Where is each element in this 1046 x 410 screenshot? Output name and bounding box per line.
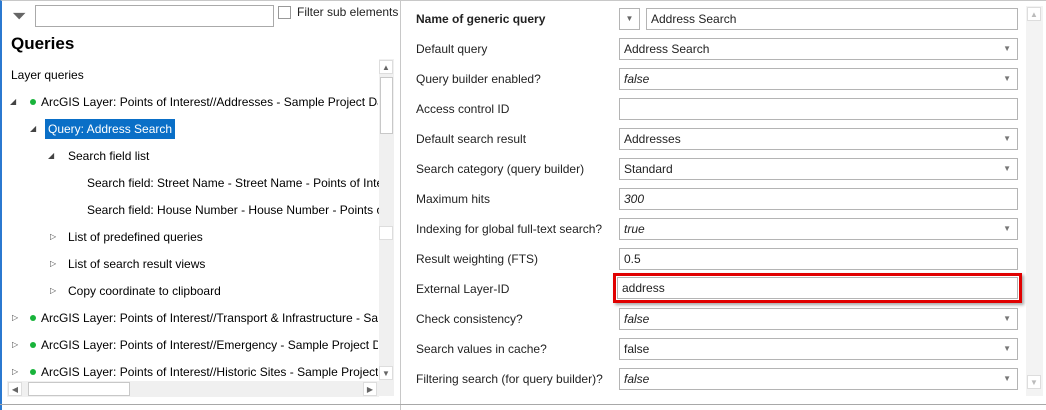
expanded-icon[interactable]: ◢	[10, 92, 16, 112]
collapsed-icon[interactable]: ▷	[12, 362, 18, 382]
collapsed-icon[interactable]: ▷	[12, 308, 18, 328]
label-indexing-fts: Indexing for global full-text search?	[416, 222, 603, 236]
name-of-generic-query-input[interactable]: Address Search	[646, 8, 1018, 30]
scroll-up-icon[interactable]: ▲	[1027, 7, 1041, 21]
query-tree-panel: ⏷ Filter sub elements Queries Layer quer…	[0, 0, 400, 410]
search-category-select[interactable]: Standard ▼	[619, 158, 1018, 180]
chevron-down-icon: ▼	[1003, 74, 1011, 83]
query-builder-enabled-select[interactable]: false ▼	[619, 68, 1018, 90]
label-access-control-id: Access control ID	[416, 102, 510, 116]
status-dot-icon	[30, 369, 36, 375]
properties-panel: Name of generic query ▼ Address Search D…	[400, 0, 1046, 410]
tree-item-layer-historic[interactable]: ▷ ArcGIS Layer: Points of Interest//Histo…	[8, 362, 378, 382]
chevron-down-icon: ▼	[1003, 134, 1011, 143]
search-values-cache-select[interactable]: false ▼	[619, 338, 1018, 360]
tree-item-search-field[interactable]: Search field: House Number - House Numbe…	[87, 200, 379, 220]
tree-item-query[interactable]: ◢ Query: Address Search	[28, 119, 378, 139]
tree-item-search-field-list[interactable]: ◢ Search field list	[46, 146, 378, 166]
label-external-layer-id: External Layer-ID	[416, 282, 510, 296]
label-check-consistency: Check consistency?	[416, 312, 523, 326]
label-search-category: Search category (query builder)	[416, 162, 585, 176]
label-default-query: Default query	[416, 42, 488, 56]
collapsed-icon[interactable]: ▷	[12, 335, 18, 355]
chevron-down-icon: ▼	[1003, 374, 1011, 383]
chevron-down-icon: ▼	[1003, 314, 1011, 323]
tree-item-result-views[interactable]: ▷ List of search result views	[46, 254, 378, 274]
label-default-search-result: Default search result	[416, 132, 527, 146]
access-control-id-input[interactable]	[619, 98, 1018, 120]
scroll-down-icon[interactable]: ▼	[379, 366, 393, 380]
indexing-fts-select[interactable]: true ▼	[619, 218, 1018, 240]
divider	[0, 404, 1046, 405]
status-dot-icon	[30, 99, 36, 105]
status-dot-icon	[30, 315, 36, 321]
label-name-of-generic-query: Name of generic query	[416, 12, 546, 26]
status-dot-icon	[30, 342, 36, 348]
scroll-right-icon[interactable]: ▶	[363, 382, 377, 396]
external-layer-id-input[interactable]: address	[617, 277, 1018, 299]
filtering-search-select[interactable]: false ▼	[619, 368, 1018, 390]
filter-icon: ⏷	[12, 6, 27, 26]
label-filtering-search: Filtering search (for query builder)?	[416, 372, 603, 386]
filter-input[interactable]	[35, 5, 274, 27]
label-maximum-hits: Maximum hits	[416, 192, 491, 206]
scroll-left-icon[interactable]: ◀	[8, 382, 22, 396]
default-search-result-select[interactable]: Addresses ▼	[619, 128, 1018, 150]
filter-sub-elements-checkbox[interactable]	[278, 6, 291, 19]
name-dropdown-button[interactable]: ▼	[619, 8, 640, 30]
expanded-icon[interactable]: ◢	[30, 119, 36, 139]
default-query-select[interactable]: Address Search ▼	[619, 38, 1018, 60]
tree-item-layer-addresses[interactable]: ◢ ArcGIS Layer: Points of Interest//Addre…	[8, 92, 378, 112]
chevron-down-icon: ▼	[1003, 164, 1011, 173]
horizontal-scroll-thumb[interactable]	[28, 382, 130, 396]
label-search-values-cache: Search values in cache?	[416, 342, 547, 356]
vertical-scroll-thumb[interactable]	[380, 77, 393, 134]
collapsed-icon[interactable]: ▷	[50, 281, 56, 301]
panel-title: Queries	[11, 34, 75, 53]
chevron-down-icon: ▼	[1003, 344, 1011, 353]
chevron-down-icon: ▼	[1003, 224, 1011, 233]
scroll-down-icon[interactable]	[379, 226, 393, 240]
collapsed-icon[interactable]: ▷	[50, 227, 56, 247]
properties-scrollbar[interactable]	[1026, 6, 1043, 396]
scroll-up-icon[interactable]: ▲	[379, 60, 393, 74]
tree-item-predefined-queries[interactable]: ▷ List of predefined queries	[46, 227, 378, 247]
check-consistency-select[interactable]: false ▼	[619, 308, 1018, 330]
maximum-hits-input[interactable]: 300	[619, 188, 1018, 210]
result-weighting-input[interactable]: 0.5	[619, 248, 1018, 270]
label-result-weighting: Result weighting (FTS)	[416, 252, 539, 266]
collapsed-icon[interactable]: ▷	[50, 254, 56, 274]
scroll-down-icon[interactable]: ▼	[1027, 375, 1041, 389]
tree-item-layer-emergency[interactable]: ▷ ArcGIS Layer: Points of Interest//Emerg…	[8, 335, 378, 355]
filter-sub-elements-label: Filter sub elements	[297, 5, 399, 19]
expanded-icon[interactable]: ◢	[48, 146, 54, 166]
tree-item-layer-transport[interactable]: ▷ ArcGIS Layer: Points of Interest//Trans…	[8, 308, 378, 328]
section-label: Layer queries	[11, 68, 84, 82]
chevron-down-icon: ▼	[1003, 44, 1011, 53]
tree-item-copy-coordinate[interactable]: ▷ Copy coordinate to clipboard	[46, 281, 378, 301]
label-query-builder-enabled: Query builder enabled?	[416, 72, 541, 86]
tree-item-search-field[interactable]: Search field: Street Name - Street Name …	[87, 173, 379, 193]
